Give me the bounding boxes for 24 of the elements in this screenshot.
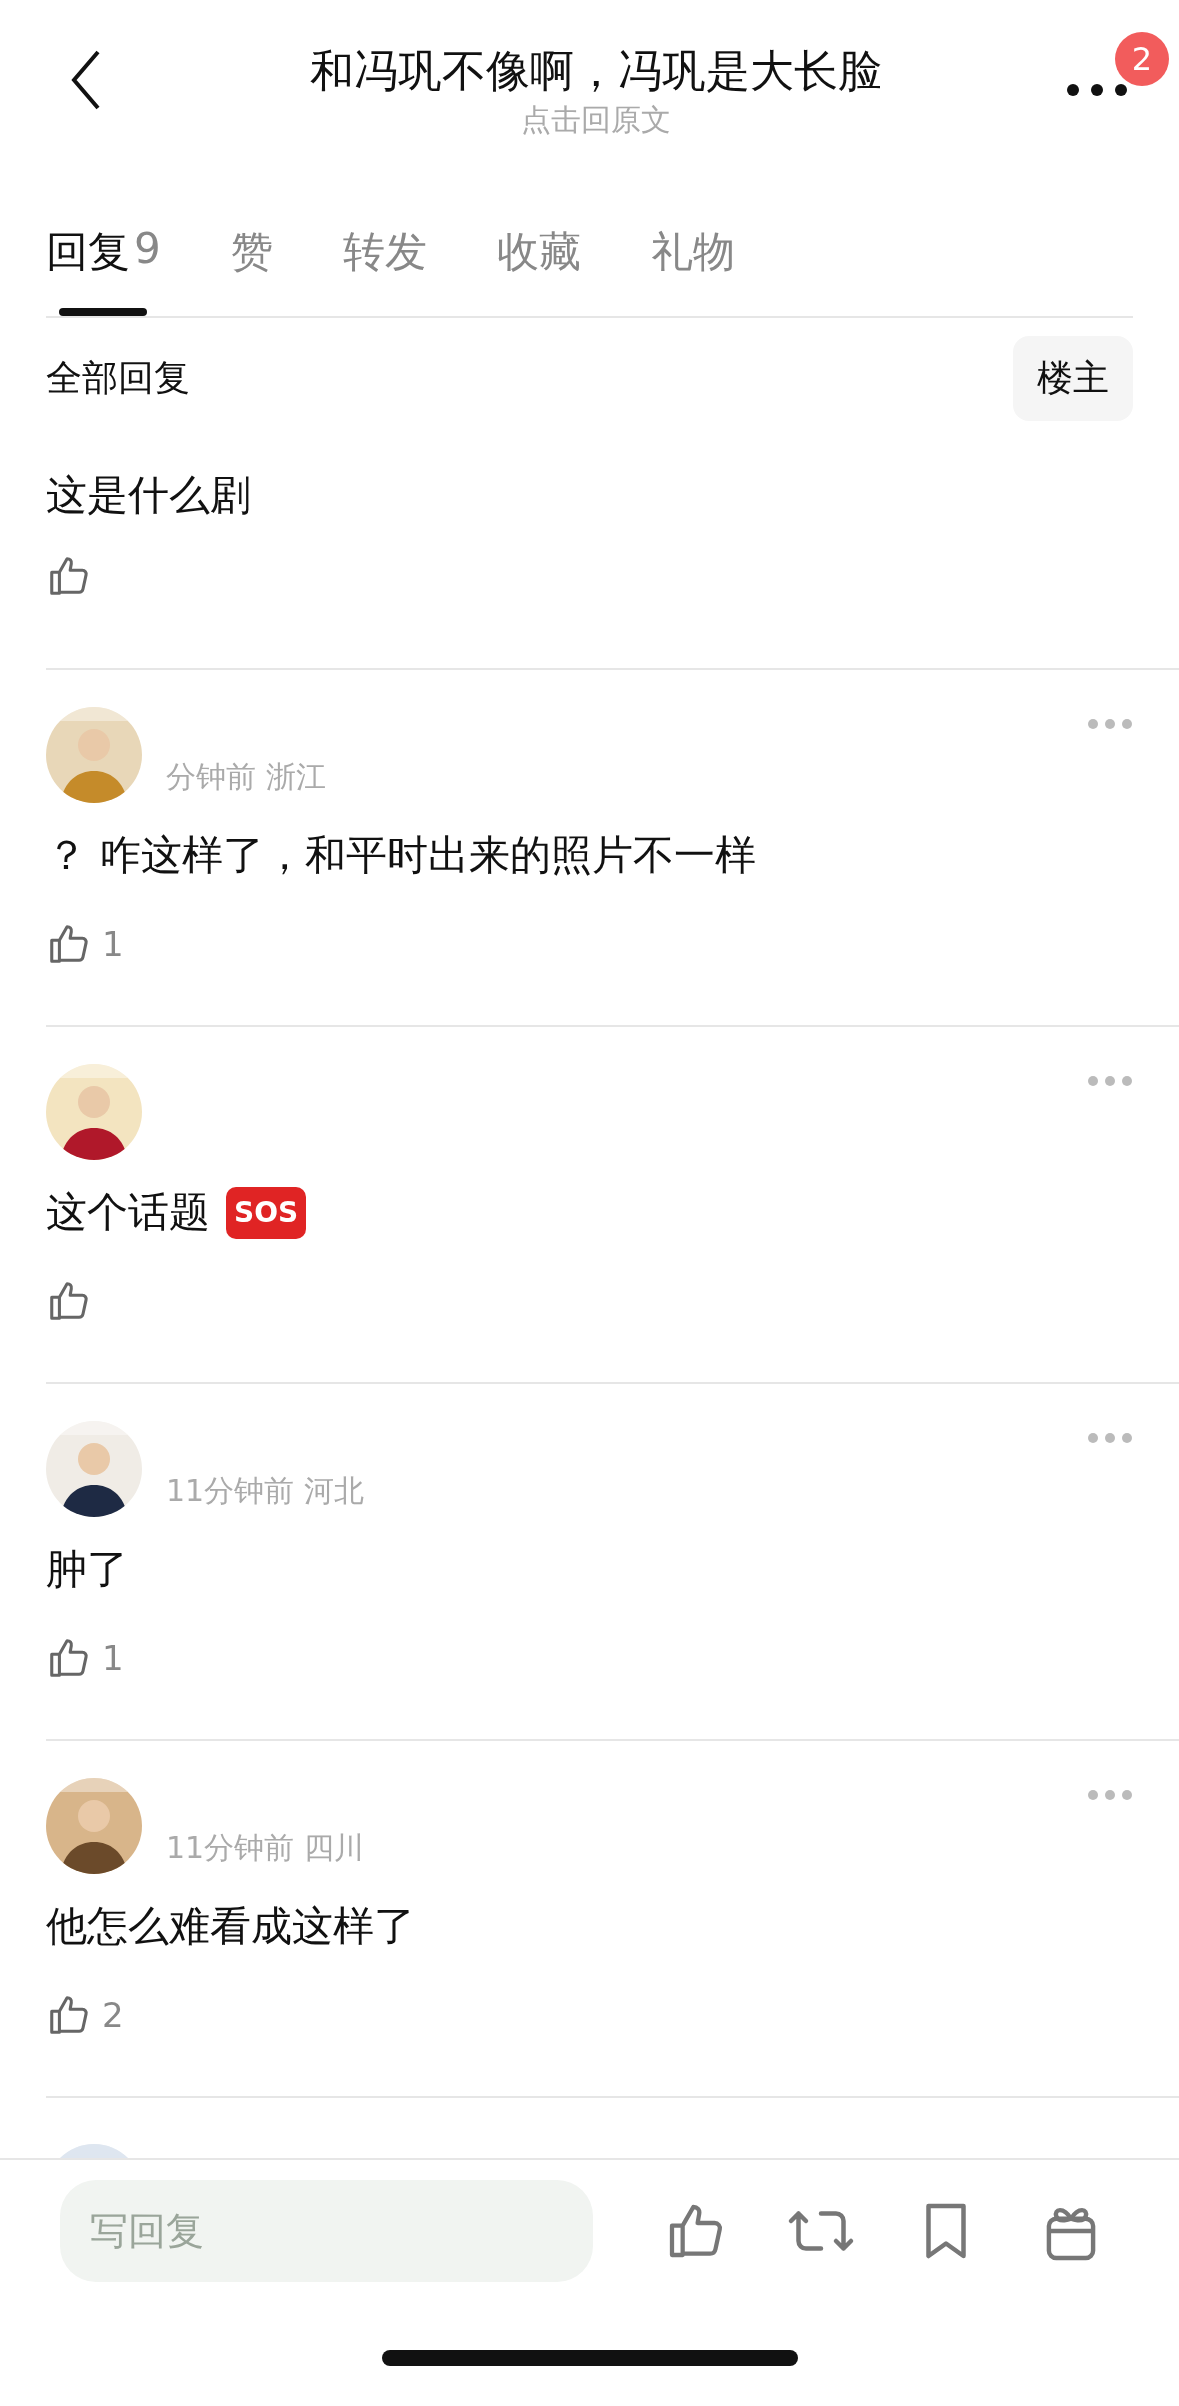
section-title: 全部回复 xyxy=(46,355,190,400)
more-icon xyxy=(1065,82,1129,98)
reply-input[interactable]: 写回复 xyxy=(60,2180,593,2282)
like-count: 1 xyxy=(102,924,124,964)
notification-badge: 2 xyxy=(1115,32,1169,86)
tab[interactable]: 礼物 xyxy=(650,200,735,316)
comment-meta: 11分钟前 河北 xyxy=(166,1471,364,1510)
post-title: 和冯巩不像啊，冯巩是大长脸 xyxy=(309,44,882,98)
tab[interactable]: 转发 xyxy=(342,200,427,316)
tab[interactable]: 回复9 xyxy=(46,200,161,316)
comment-text: 他怎么难看成这样了 xyxy=(46,1901,416,1952)
like-count: 2 xyxy=(102,1995,124,2035)
comment-meta: 分钟前 浙江 xyxy=(166,757,326,796)
tab[interactable]: 收藏 xyxy=(496,200,581,316)
back-to-post-link[interactable]: 点击回原文 xyxy=(520,102,671,138)
filter-button[interactable]: 楼主 xyxy=(1013,335,1133,421)
comment-text: ？ 咋这样了，和平时出来的照片不一样 xyxy=(46,830,758,881)
like-count: 1 xyxy=(102,1638,124,1678)
sos-emoji: SOS xyxy=(226,1186,307,1239)
comment-meta: 11分钟前 四川 xyxy=(166,1828,364,1867)
comment-text: 这是什么剧 xyxy=(46,470,252,521)
comment-text: 肿了 xyxy=(46,1544,129,1595)
comment-text: 这个话题 SOS xyxy=(46,1185,1179,1240)
tab[interactable]: 赞 xyxy=(230,200,273,316)
